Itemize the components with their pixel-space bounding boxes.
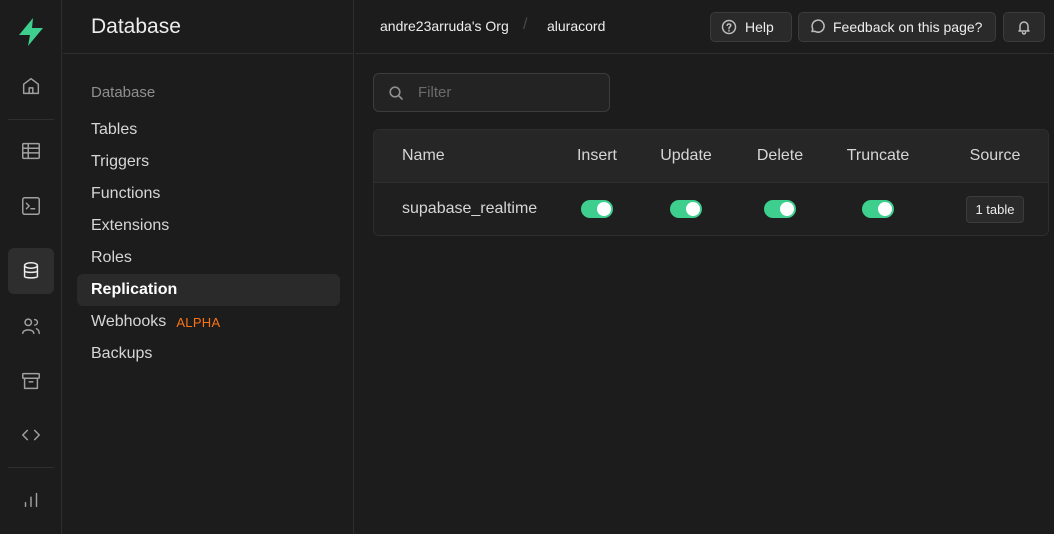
update-toggle[interactable]: [670, 200, 702, 218]
publications-table: Name Insert Update Delete Truncate Sourc…: [373, 129, 1049, 236]
notifications-button[interactable]: [1003, 12, 1045, 42]
help-circle-icon: [721, 19, 737, 35]
column-header-source: Source: [969, 147, 1021, 164]
supabase-logo-icon[interactable]: [15, 16, 47, 48]
toggle-knob: [686, 202, 700, 216]
delete-toggle-cell: [744, 183, 816, 235]
menu-item-functions[interactable]: Functions: [77, 178, 340, 210]
table-header: Name Insert Update Delete Truncate Sourc…: [374, 130, 1048, 183]
breadcrumb-project[interactable]: aluracord: [547, 18, 605, 34]
menu-item-label: Backups: [91, 345, 153, 362]
menu-item-roles[interactable]: Roles: [77, 242, 340, 274]
database-menu: Database Database Tables Triggers Functi…: [63, 0, 354, 534]
help-label: Help: [745, 19, 774, 35]
column-header-truncate: Truncate: [846, 147, 910, 164]
reports-icon[interactable]: [8, 477, 54, 523]
toggle-knob: [780, 202, 794, 216]
table-row: supabase_realtime 1 table: [374, 183, 1048, 235]
icon-rail: [0, 0, 62, 534]
filter-field[interactable]: [373, 73, 610, 112]
breadcrumb-org[interactable]: andre23arruda's Org: [380, 18, 509, 34]
storage-icon[interactable]: [8, 358, 54, 404]
source-tables-button[interactable]: 1 table: [966, 195, 1024, 223]
alpha-badge: ALPHA: [176, 314, 221, 330]
users-icon[interactable]: [8, 303, 54, 349]
truncate-toggle[interactable]: [862, 200, 894, 218]
menu-item-triggers[interactable]: Triggers: [77, 146, 340, 178]
update-toggle-cell: [650, 183, 722, 235]
source-cell: 1 table: [954, 183, 1036, 235]
filter-input[interactable]: [418, 84, 588, 101]
column-header-insert: Insert: [576, 147, 617, 164]
rail-divider: [8, 467, 54, 468]
rail-divider: [8, 119, 54, 120]
table-editor-icon[interactable]: [8, 128, 54, 174]
bell-icon: [1018, 21, 1030, 35]
menu-item-label: Triggers: [91, 153, 150, 170]
menu-item-tables[interactable]: Tables: [77, 114, 340, 146]
feedback-label: Feedback on this page?: [833, 19, 983, 35]
insert-toggle[interactable]: [581, 200, 613, 218]
delete-toggle[interactable]: [764, 200, 796, 218]
publication-name: supabase_realtime: [402, 200, 538, 217]
breadcrumb-separator: /: [523, 16, 528, 33]
sql-editor-icon[interactable]: [8, 183, 54, 229]
code-icon[interactable]: [8, 412, 54, 458]
menu-item-label: Roles: [91, 249, 132, 266]
menu-item-label: Functions: [91, 185, 161, 202]
menu-section-title: Database: [91, 84, 156, 101]
menu-list: Tables Triggers Functions Extensions Rol…: [77, 114, 340, 370]
insert-toggle-cell: [564, 183, 630, 235]
toggle-knob: [597, 202, 611, 216]
menu-item-extensions[interactable]: Extensions: [77, 210, 340, 242]
database-icon[interactable]: [8, 248, 54, 294]
home-icon[interactable]: [8, 63, 54, 109]
truncate-toggle-cell: [836, 183, 920, 235]
menu-item-label: Replication: [91, 281, 178, 298]
search-icon: [389, 85, 403, 100]
menu-item-replication[interactable]: Replication: [77, 274, 340, 306]
help-button[interactable]: Help: [710, 12, 792, 42]
menu-item-label: Tables: [91, 121, 138, 138]
menu-item-label: Webhooks: [91, 313, 167, 330]
menu-item-label: Extensions: [91, 217, 170, 234]
menu-title: Database: [63, 0, 353, 54]
column-header-name: Name: [402, 147, 445, 164]
feedback-button[interactable]: Feedback on this page?: [798, 12, 996, 42]
column-header-update: Update: [660, 147, 712, 164]
toggle-knob: [878, 202, 892, 216]
column-header-delete: Delete: [756, 147, 804, 164]
chat-bubble-icon: [811, 19, 825, 33]
menu-item-webhooks[interactable]: Webhooks ALPHA: [77, 306, 340, 338]
top-bar: andre23arruda's Org / aluracord Help Fee…: [355, 0, 1054, 54]
menu-item-backups[interactable]: Backups: [77, 338, 340, 370]
